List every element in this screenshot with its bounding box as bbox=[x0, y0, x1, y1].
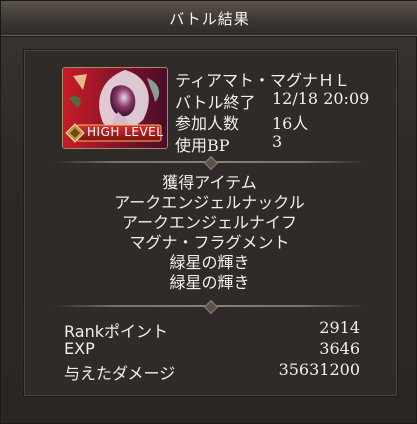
divider bbox=[53, 161, 366, 163]
info-value: 12/18 20:09 bbox=[272, 89, 370, 108]
info-row-participants: 参加人数 16人 bbox=[175, 110, 375, 133]
stat-value: 3646 bbox=[319, 339, 360, 358]
list-item: 緑星の輝き bbox=[169, 253, 250, 272]
quest-name-text: ティアマト・マグナＨＬ bbox=[175, 71, 351, 90]
stat-value: 2914 bbox=[319, 318, 360, 337]
info-label: 参加人数 bbox=[175, 114, 240, 133]
badge-label: HIGH LEVEL bbox=[87, 125, 164, 139]
stat-label: EXP bbox=[64, 339, 95, 358]
quest-portrait: HIGH LEVEL bbox=[62, 67, 168, 149]
list-item: アークエンジェルナイフ bbox=[121, 213, 298, 232]
items-heading: 獲得アイテム bbox=[162, 173, 257, 192]
info-label: 使用BP bbox=[175, 136, 230, 155]
dialog-title: バトル結果 bbox=[169, 10, 250, 28]
obtained-items: 獲得アイテム アークエンジェルナックル アークエンジェルナイフ マグナ・フラグメ… bbox=[23, 173, 396, 293]
battle-result-dialog: バトル結果 HIGH LEVEL ティアマト・マグナＨＬ バトル終了 12/18… bbox=[0, 0, 417, 424]
info-value: 16人 bbox=[272, 114, 309, 133]
info-value: 3 bbox=[272, 132, 283, 151]
close-icon[interactable] bbox=[392, 8, 412, 28]
stat-value: 35631200 bbox=[278, 360, 360, 379]
list-item: アークエンジェルナックル bbox=[114, 193, 305, 212]
divider bbox=[53, 305, 366, 307]
dialog-titlebar: バトル結果 bbox=[1, 1, 417, 36]
stat-row-exp: EXP 3646 bbox=[64, 339, 360, 359]
stat-label: 与えたダメージ bbox=[64, 364, 176, 383]
list-item: マグナ・フラグメント bbox=[129, 233, 290, 252]
stat-row-damage: 与えたダメージ 35631200 bbox=[64, 360, 360, 383]
list-item: 緑星の輝き bbox=[169, 273, 250, 292]
info-row-battle-end: バトル終了 12/18 20:09 bbox=[175, 89, 375, 112]
info-row-bp: 使用BP 3 bbox=[175, 132, 375, 155]
stat-row-rank-points: Rankポイント 2914 bbox=[64, 318, 360, 341]
